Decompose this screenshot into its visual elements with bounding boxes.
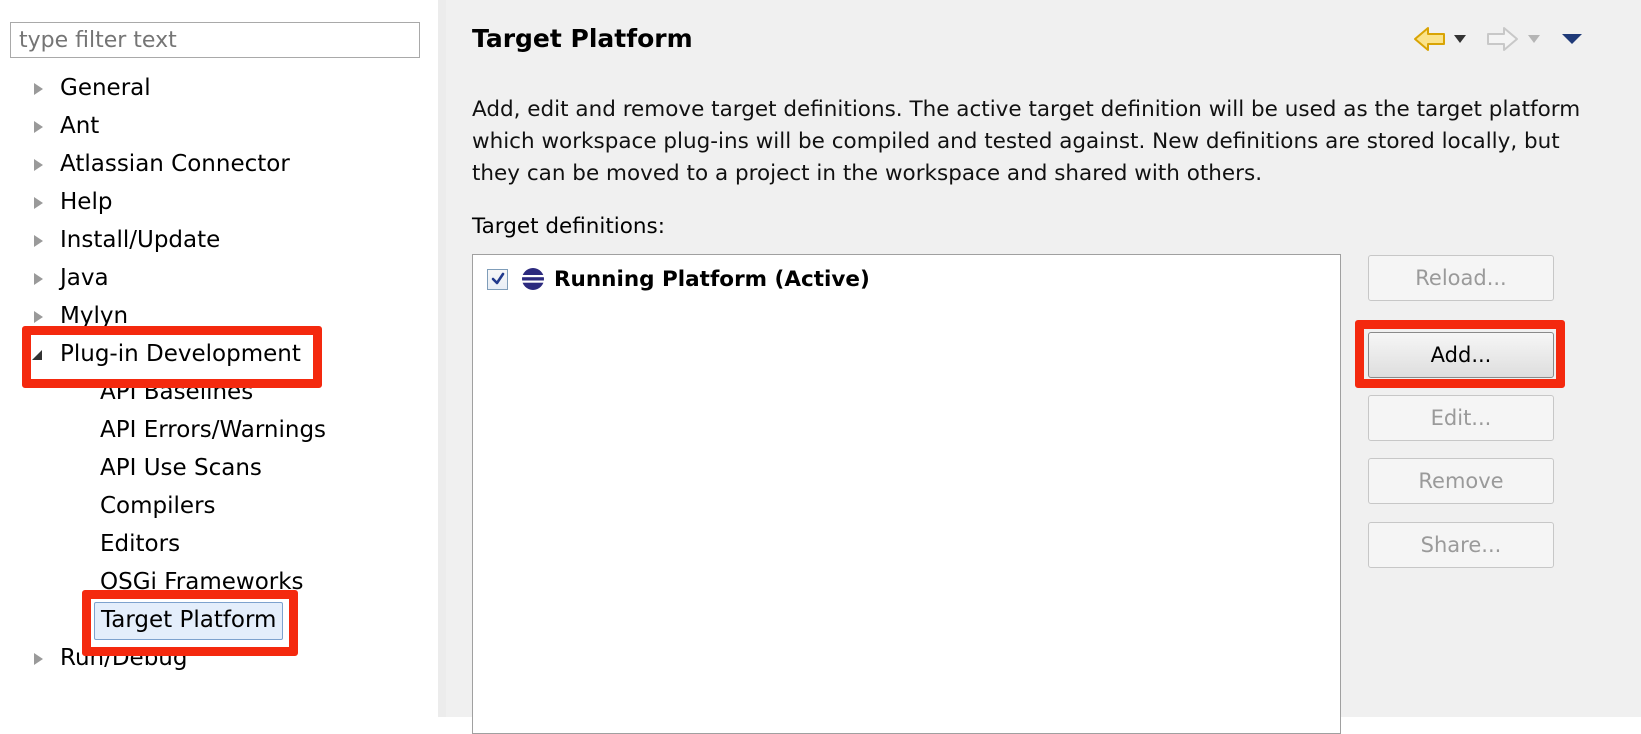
list-item[interactable]: Running Platform (Active): [487, 265, 870, 293]
target-definitions-list[interactable]: Running Platform (Active): [472, 254, 1341, 734]
highlight-box: [22, 326, 322, 388]
preference-page: Target Platform Add, edit and remove tar…: [446, 0, 1641, 734]
expand-arrow-icon[interactable]: [34, 653, 43, 665]
tree-item-label: Install/Update: [60, 227, 221, 253]
target-definition-name: Running Platform (Active): [554, 266, 870, 292]
expand-arrow-icon[interactable]: [34, 159, 43, 171]
back-arrow-icon[interactable]: [1413, 26, 1447, 52]
reload-button[interactable]: Reload...: [1368, 255, 1554, 301]
expand-arrow-icon[interactable]: [34, 273, 43, 285]
tree-item-label: Java: [60, 265, 109, 291]
expand-arrow-icon[interactable]: [34, 197, 43, 209]
tree-item-java[interactable]: Java: [34, 260, 109, 298]
page-title: Target Platform: [472, 24, 693, 53]
tree-item-help[interactable]: Help: [34, 184, 113, 222]
tree-item-label: API Errors/Warnings: [100, 417, 327, 443]
forward-arrow-icon[interactable]: [1485, 26, 1519, 52]
forward-dropdown-icon[interactable]: [1527, 34, 1541, 44]
tree-item-label: Atlassian Connector: [60, 151, 290, 177]
tree-item-ant[interactable]: Ant: [34, 108, 100, 146]
back-dropdown-icon[interactable]: [1453, 34, 1467, 44]
active-checkbox[interactable]: [487, 268, 508, 290]
expand-arrow-icon[interactable]: [34, 235, 43, 247]
platform-icon: [520, 268, 546, 290]
tree-item-label: Editors: [100, 531, 181, 557]
tree-item-compilers[interactable]: Compilers: [100, 488, 216, 526]
tree-item-atlassian-connector[interactable]: Atlassian Connector: [34, 146, 290, 184]
pane-divider[interactable]: [438, 0, 446, 717]
edit-button[interactable]: Edit...: [1368, 395, 1554, 441]
tree-item-label: Ant: [60, 113, 100, 139]
tree-item-install-update[interactable]: Install/Update: [34, 222, 221, 260]
view-menu-icon[interactable]: [1561, 33, 1583, 45]
share-button[interactable]: Share...: [1368, 522, 1554, 568]
expand-arrow-icon[interactable]: [34, 311, 43, 323]
preferences-tree-pane: General Ant Atlassian Connector Help Ins…: [0, 0, 437, 717]
tree-item-api-use-scans[interactable]: API Use Scans: [100, 450, 262, 488]
target-definitions-label: Target definitions:: [472, 214, 665, 239]
tree-item-label: Help: [60, 189, 113, 215]
page-description: Add, edit and remove target definitions.…: [472, 97, 1581, 186]
tree-item-label: API Use Scans: [100, 455, 262, 481]
highlight-box: [1355, 320, 1565, 388]
tree-item-api-errors-warnings[interactable]: API Errors/Warnings: [100, 412, 326, 450]
tree-item-label: Compilers: [100, 493, 216, 519]
expand-arrow-icon[interactable]: [34, 121, 43, 133]
checkmark-icon: [491, 272, 505, 284]
expand-arrow-icon[interactable]: [34, 83, 43, 95]
remove-button[interactable]: Remove: [1368, 458, 1554, 504]
filter-input[interactable]: [10, 22, 420, 58]
tree-item-editors[interactable]: Editors: [100, 526, 180, 564]
tree-item-general[interactable]: General: [34, 70, 151, 108]
tree-item-label: General: [60, 75, 151, 101]
highlight-box: [82, 590, 298, 656]
